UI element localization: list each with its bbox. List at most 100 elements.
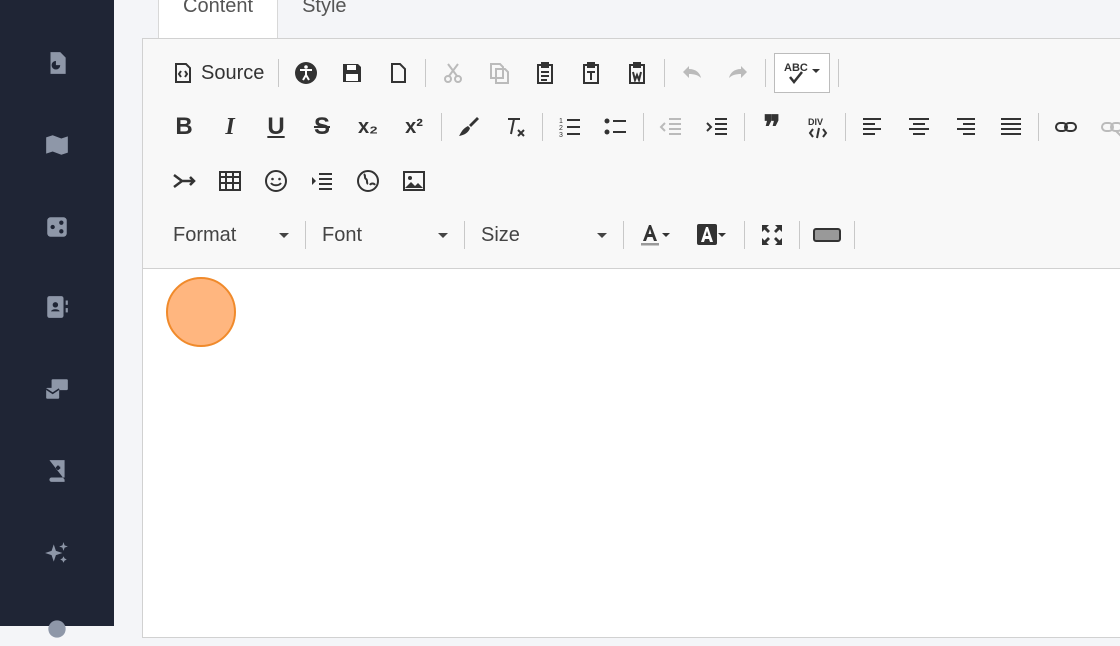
remove-format-icon — [503, 115, 527, 139]
format-dropdown[interactable]: Format — [161, 217, 301, 253]
separator — [1038, 113, 1039, 141]
link-icon — [1054, 115, 1078, 139]
underline-glyph: U — [267, 115, 284, 139]
scissors-icon — [441, 61, 465, 85]
tab-bar: Content Style — [158, 0, 371, 38]
align-right-button[interactable] — [946, 109, 984, 145]
anchor-button[interactable] — [165, 163, 203, 199]
paste-text-button[interactable] — [572, 55, 610, 91]
paste-text-icon — [579, 61, 603, 85]
map-icon[interactable] — [40, 128, 74, 162]
align-right-icon — [953, 115, 977, 139]
remove-format-button[interactable] — [496, 109, 534, 145]
separator — [441, 113, 442, 141]
separator — [744, 113, 745, 141]
div-glyph: DIV — [808, 117, 823, 127]
redo-icon — [726, 61, 750, 85]
source-button[interactable]: Source — [165, 55, 270, 91]
strikethrough-button[interactable]: S — [303, 109, 341, 145]
underline-button[interactable]: U — [257, 109, 295, 145]
background-color-button[interactable] — [688, 217, 736, 253]
justify-button[interactable] — [992, 109, 1030, 145]
unlink-button[interactable] — [1093, 109, 1120, 145]
copy-button[interactable] — [480, 55, 518, 91]
create-div-button[interactable]: DIV — [799, 109, 837, 145]
paste-icon — [533, 61, 557, 85]
maximize-button[interactable] — [753, 217, 791, 253]
align-left-button[interactable] — [854, 109, 892, 145]
horizontal-rule-button[interactable] — [303, 163, 341, 199]
smiley-button[interactable] — [257, 163, 295, 199]
editor-content-area[interactable] — [143, 269, 1120, 637]
toolbar-row-3 — [161, 161, 437, 201]
new-page-button[interactable] — [379, 55, 417, 91]
table-button[interactable] — [211, 163, 249, 199]
separator — [278, 59, 279, 87]
separator — [425, 59, 426, 87]
sparkles-icon[interactable] — [40, 536, 74, 570]
iframe-button[interactable] — [349, 163, 387, 199]
italic-button[interactable]: I — [211, 109, 249, 145]
size-dropdown[interactable]: Size — [469, 217, 619, 253]
link-button[interactable] — [1047, 109, 1085, 145]
page-break-icon — [310, 169, 334, 193]
new-page-icon — [386, 61, 410, 85]
source-label: Source — [201, 62, 264, 85]
book-plus-icon[interactable] — [40, 454, 74, 488]
superscript-glyph: x² — [405, 117, 423, 137]
text-color-button[interactable] — [632, 217, 680, 253]
settings-icon[interactable] — [40, 612, 74, 646]
separator — [744, 221, 745, 249]
spellcheck-glyph: ABC — [784, 62, 808, 74]
font-dropdown[interactable]: Font — [310, 217, 460, 253]
svg-text:3: 3 — [559, 132, 563, 139]
document-chart-icon[interactable] — [40, 46, 74, 80]
contact-card-icon[interactable] — [40, 290, 74, 324]
toolbar-row-2: B I U S x₂ x² 123 — [161, 107, 1120, 147]
superscript-button[interactable]: x² — [395, 109, 433, 145]
spellcheck-button[interactable]: ABC — [774, 53, 830, 93]
numbered-list-button[interactable]: 123 — [551, 109, 589, 145]
increase-indent-button[interactable] — [698, 109, 736, 145]
copy-format-button[interactable] — [450, 109, 488, 145]
save-button[interactable] — [333, 55, 371, 91]
paste-button[interactable] — [526, 55, 564, 91]
bulleted-list-button[interactable] — [597, 109, 635, 145]
paintbrush-icon — [457, 115, 481, 139]
align-center-button[interactable] — [900, 109, 938, 145]
anchor-icon — [172, 169, 196, 193]
tab-style[interactable]: Style — [278, 0, 370, 38]
decrease-indent-button[interactable] — [652, 109, 690, 145]
rich-text-editor: Source — [142, 38, 1120, 638]
paste-word-button[interactable] — [618, 55, 656, 91]
div-icon: DIV — [806, 115, 830, 139]
tab-content[interactable]: Content — [158, 0, 278, 38]
maximize-icon — [760, 223, 784, 247]
accessibility-icon — [294, 61, 318, 85]
accessibility-button[interactable] — [287, 55, 325, 91]
show-blocks-button[interactable] — [808, 217, 846, 253]
italic-glyph: I — [225, 115, 234, 139]
indent-icon — [705, 115, 729, 139]
svg-text:1: 1 — [559, 118, 563, 125]
mail-stack-icon[interactable] — [40, 372, 74, 406]
click-indicator — [166, 277, 236, 347]
outdent-icon — [659, 115, 683, 139]
show-blocks-icon — [813, 223, 841, 247]
share-icon[interactable] — [40, 210, 74, 244]
sidebar — [0, 0, 114, 626]
paste-word-icon — [625, 61, 649, 85]
redo-button[interactable] — [719, 55, 757, 91]
blockquote-glyph: ❞ — [763, 111, 780, 143]
separator — [623, 221, 624, 249]
subscript-button[interactable]: x₂ — [349, 109, 387, 145]
justify-icon — [999, 115, 1023, 139]
blockquote-button[interactable]: ❞ — [753, 109, 791, 145]
bold-button[interactable]: B — [165, 109, 203, 145]
image-button[interactable] — [395, 163, 433, 199]
cut-button[interactable] — [434, 55, 472, 91]
align-center-icon — [907, 115, 931, 139]
subscript-glyph: x₂ — [358, 117, 378, 137]
undo-button[interactable] — [673, 55, 711, 91]
separator — [464, 221, 465, 249]
